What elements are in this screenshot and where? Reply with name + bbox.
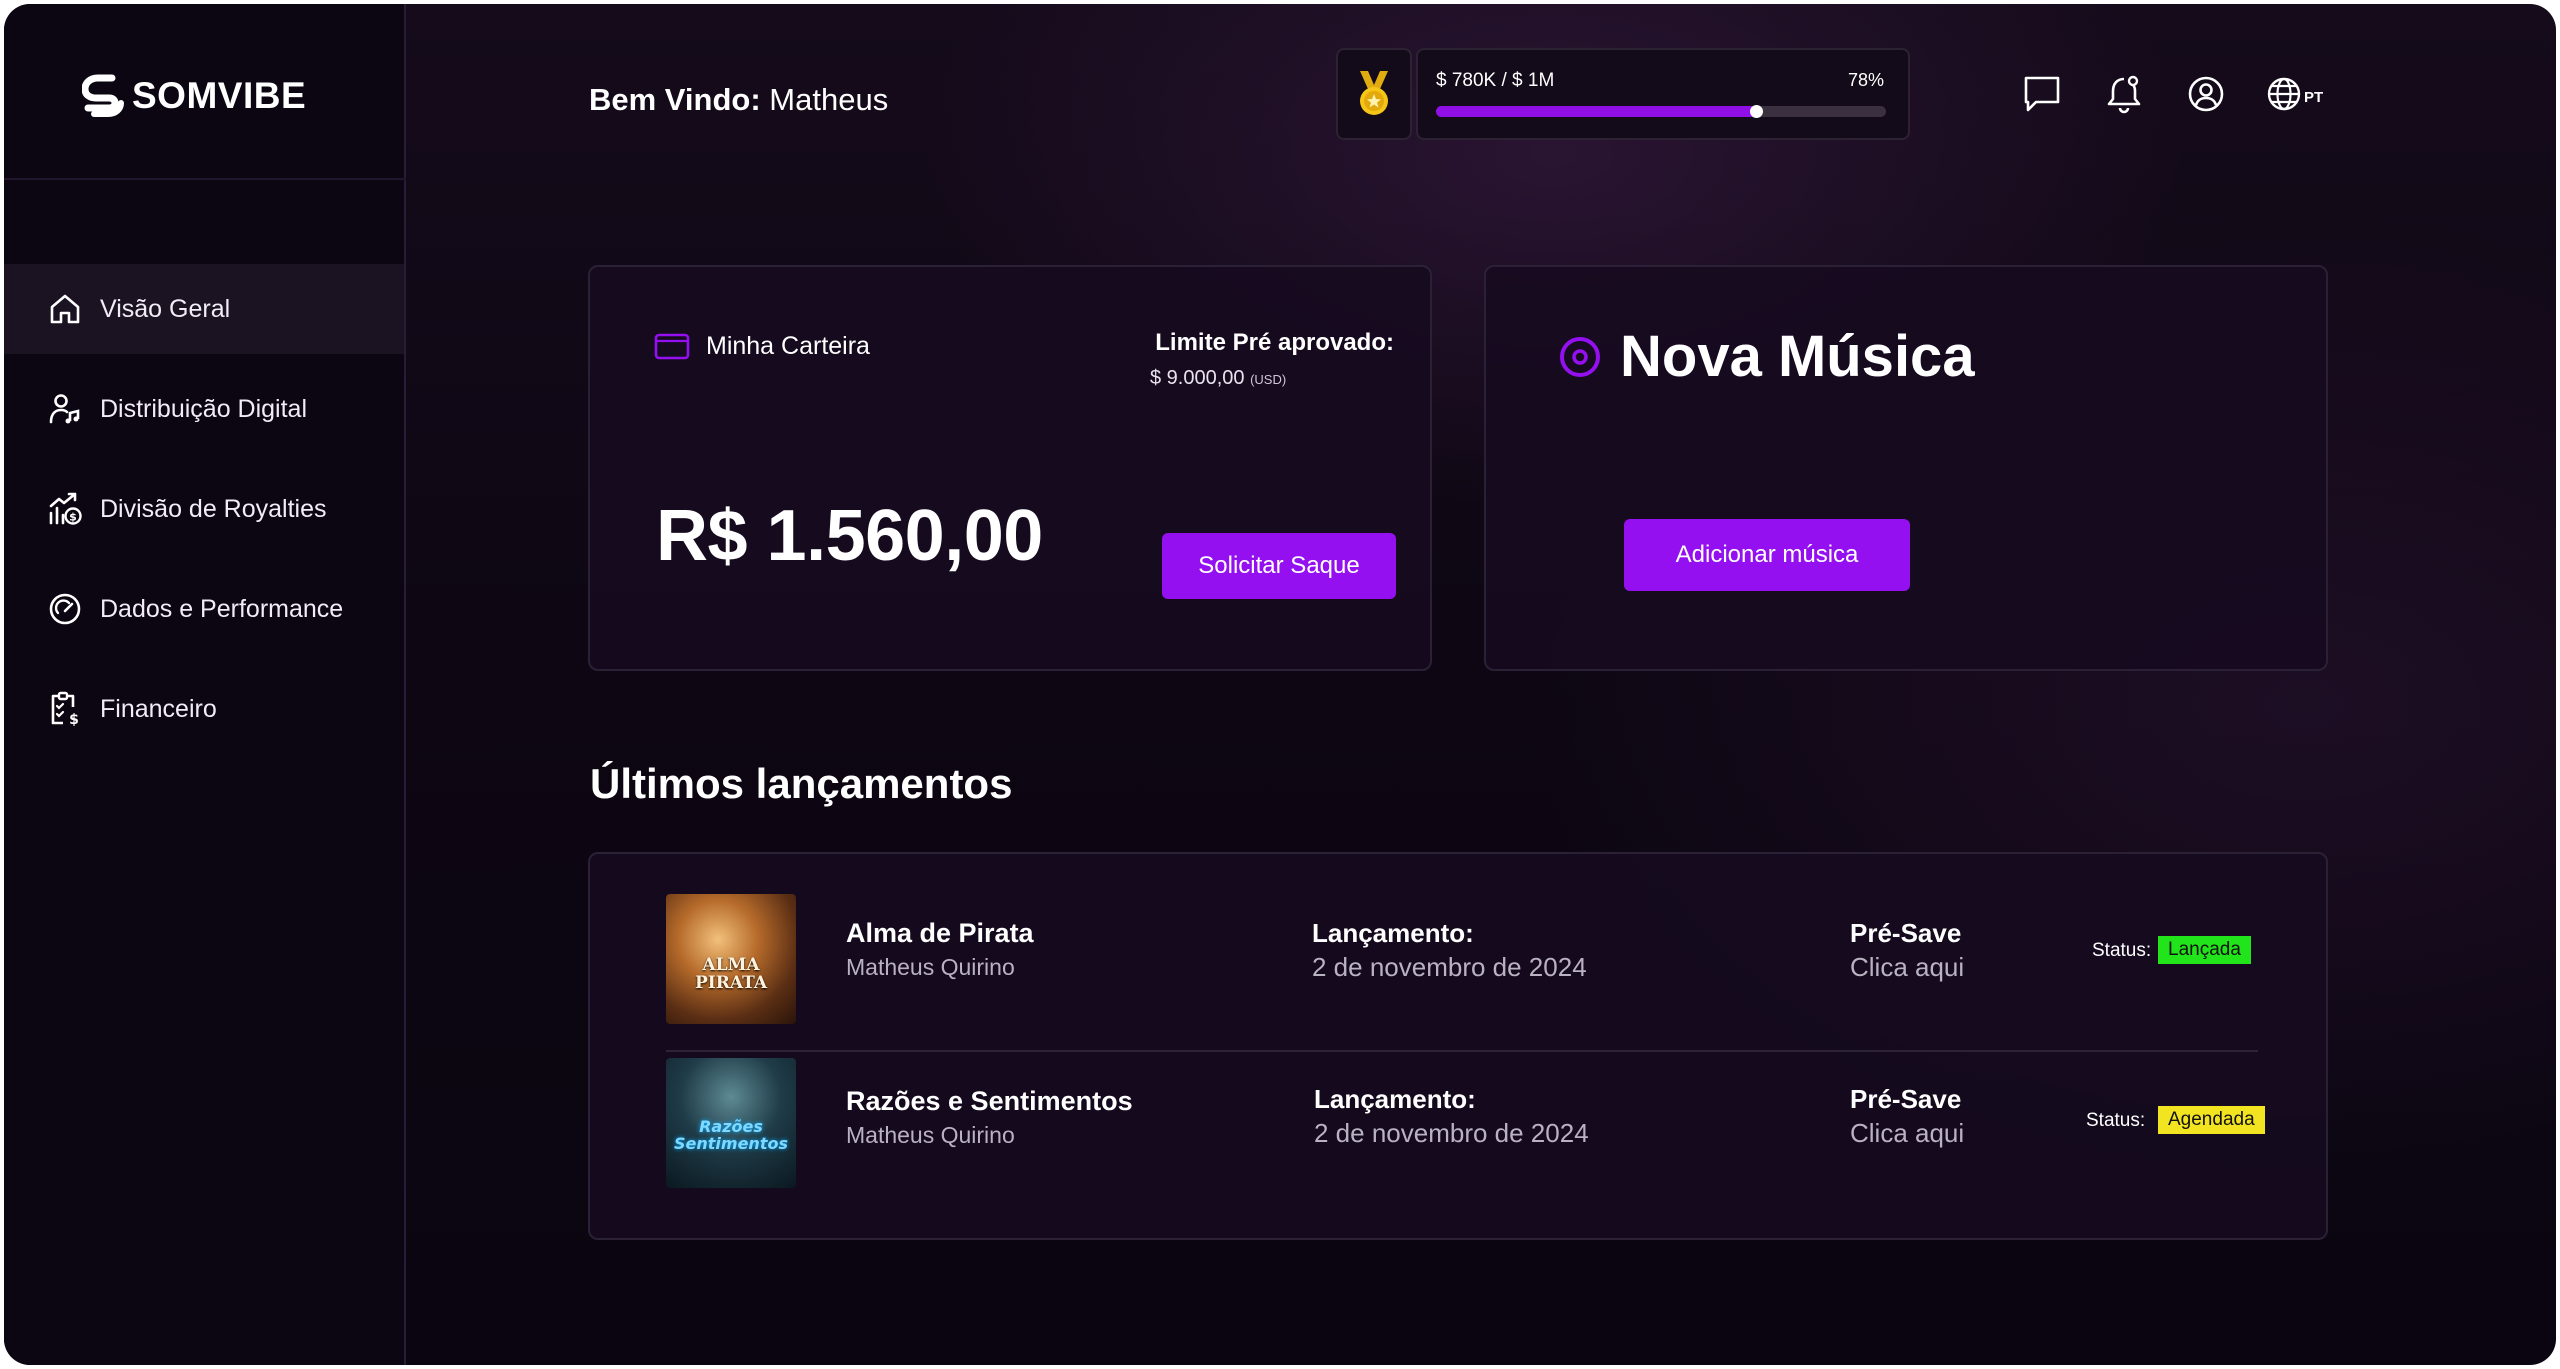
release-date: 2 de novembro de 2024	[1314, 1118, 1589, 1148]
disc-icon	[1560, 336, 1600, 377]
language-code: PT	[2304, 88, 2324, 106]
release-name: Razões e Sentimentos	[846, 1086, 1133, 1116]
svg-text:$: $	[69, 511, 77, 524]
releases-title: Últimos lançamentos	[590, 760, 1013, 807]
limit-title: Limite Pré aprovado:	[1155, 329, 1394, 356]
cover-title: ALMA PIRATA	[694, 955, 768, 993]
bell-icon	[2107, 75, 2141, 114]
goal-progress-track	[1436, 105, 1886, 118]
language-selector[interactable]: PT	[2266, 72, 2330, 116]
medal-badge[interactable]	[1336, 48, 1412, 140]
wallet-icon	[654, 333, 690, 360]
brand-logo[interactable]: SOMVIBE	[82, 74, 306, 118]
sidebar-item-distribuicao-digital[interactable]: Distribuição Digital	[4, 364, 404, 454]
limit-unit: (USD)	[1250, 372, 1287, 387]
releases-card: ALMA PIRATA Alma de Pirata Matheus Quiri…	[588, 852, 2328, 1240]
release-row[interactable]: ALMA PIRATA Alma de Pirata Matheus Quiri…	[666, 888, 2258, 1052]
presave-label: Pré-Save	[1850, 1084, 1962, 1114]
new-music-card: Nova Música Adicionar música	[1484, 265, 2328, 671]
release-artist: Matheus Quirino	[846, 1122, 1015, 1148]
wallet-title-label: Minha Carteira	[706, 331, 870, 360]
brand-name: SOMVIBE	[132, 75, 307, 116]
notifications-button[interactable]	[2102, 72, 2146, 116]
new-music-title-label: Nova Música	[1620, 324, 1975, 389]
new-music-title: Nova Música	[1558, 323, 1975, 390]
chat-button[interactable]	[2020, 72, 2064, 116]
sidebar-item-label: Distribuição Digital	[100, 394, 308, 423]
chart-dollar-icon: $	[46, 490, 84, 528]
sidebar-item-label: Dados e Performance	[100, 594, 344, 623]
goal-percent: 78%	[1847, 70, 1884, 90]
release-date: 2 de novembro de 2024	[1312, 952, 1587, 982]
release-date-label: Lançamento:	[1314, 1084, 1476, 1114]
status-label: Status:	[2092, 940, 2152, 961]
wallet-title: Minha Carteira	[654, 331, 870, 361]
wallet-balance: R$ 1.560,00	[656, 496, 1043, 576]
sidebar-item-divisao-royalties[interactable]: $ Divisão de Royalties	[4, 464, 404, 554]
sidebar-item-label: Visão Geral	[100, 294, 231, 323]
presave-label: Pré-Save	[1850, 918, 1962, 948]
status-badge: Agendada	[2158, 1106, 2265, 1134]
add-music-button[interactable]: Adicionar música	[1624, 519, 1910, 591]
chat-icon	[2024, 76, 2060, 112]
status-badge: Lançada	[2158, 936, 2251, 964]
withdraw-button[interactable]: Solicitar Saque	[1162, 533, 1396, 599]
logo-area: SOMVIBE	[4, 4, 406, 180]
wallet-card: Minha Carteira Limite Pré aprovado: $ 9.…	[588, 265, 1432, 671]
cover-title: Razões Sentimentos	[674, 1117, 788, 1153]
home-icon	[46, 290, 84, 328]
goal-progress-knob	[1749, 105, 1763, 118]
limit-amount: $ 9.000,00	[1150, 367, 1245, 389]
status-label: Status:	[2086, 1110, 2146, 1131]
user-circle-icon	[2188, 76, 2224, 112]
goal-progress: $ 780K / $ 1M 78%	[1416, 48, 1910, 140]
sidebar: SOMVIBE Visão Geral Distribuição Digital…	[4, 4, 406, 1365]
user-name: Matheus	[769, 82, 889, 117]
limit-value: $ 9.000,00 (USD)	[1150, 367, 1286, 390]
release-row[interactable]: Razões Sentimentos Razões e Sentimentos …	[666, 1052, 2265, 1216]
profile-button[interactable]	[2184, 72, 2228, 116]
sidebar-item-visao-geral[interactable]: Visão Geral	[4, 264, 404, 354]
goal-label: $ 780K / $ 1M	[1436, 70, 1555, 91]
sidebar-item-dados-performance[interactable]: Dados e Performance	[4, 564, 404, 654]
somvibe-logo-icon	[82, 74, 124, 117]
sidebar-nav: Visão Geral Distribuição Digital $ Divis…	[4, 264, 404, 764]
medal-icon	[1360, 71, 1388, 115]
svg-text:$: $	[69, 712, 79, 727]
release-artist: Matheus Quirino	[846, 954, 1015, 980]
sidebar-item-label: Financeiro	[100, 694, 217, 723]
release-name: Alma de Pirata	[846, 918, 1034, 948]
globe-icon	[2267, 77, 2301, 111]
app-window: SOMVIBE Visão Geral Distribuição Digital…	[4, 4, 2556, 1365]
presave-link[interactable]: Clica aqui	[1850, 952, 1964, 983]
sidebar-item-label: Divisão de Royalties	[100, 494, 327, 523]
clipboard-dollar-icon: $	[46, 690, 84, 728]
release-date-label: Lançamento:	[1312, 918, 1474, 948]
welcome-message: Bem Vindo: Matheus	[589, 82, 888, 118]
welcome-prefix: Bem Vindo:	[589, 82, 761, 117]
user-music-icon	[46, 390, 84, 428]
gauge-icon	[46, 590, 84, 628]
release-cover: ALMA PIRATA	[666, 894, 796, 1024]
release-cover: Razões Sentimentos	[666, 1058, 796, 1188]
goal-progress-fill	[1436, 106, 1756, 117]
presave-link[interactable]: Clica aqui	[1850, 1118, 1964, 1149]
sidebar-item-financeiro[interactable]: $ Financeiro	[4, 664, 404, 754]
